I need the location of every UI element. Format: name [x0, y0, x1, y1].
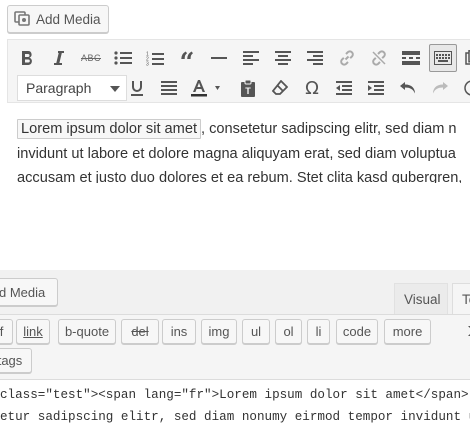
quicktag-li-button[interactable]: li: [307, 319, 330, 344]
code-line-2: etur sadipscing elitr, sed diam nonumy e…: [0, 410, 470, 424]
media-icon: [14, 10, 30, 29]
clear-formatting-icon[interactable]: [266, 74, 294, 102]
blockquote-icon[interactable]: “: [173, 44, 201, 76]
numbered-list-icon[interactable]: 123: [141, 44, 169, 72]
quicktag-bquote-button[interactable]: b-quote: [58, 319, 116, 344]
bullet-list-icon[interactable]: [109, 44, 137, 72]
undo-icon[interactable]: [394, 74, 422, 102]
content-line-2: invidunt ut labore et dolore magna aliqu…: [17, 146, 456, 162]
quicktag-label: del: [131, 324, 149, 339]
add-media-button-bottom[interactable]: d Media: [0, 278, 58, 306]
chevron-down-icon: [110, 86, 120, 92]
quicktag-label: li: [315, 324, 322, 339]
format-select-value: Paragraph: [26, 80, 92, 96]
insert-link-icon[interactable]: [333, 44, 361, 72]
bold-icon[interactable]: [13, 44, 41, 72]
quicktag-ul-button[interactable]: ul: [242, 319, 270, 344]
quicktag-del-button[interactable]: del: [121, 319, 159, 344]
align-left-icon[interactable]: [237, 44, 265, 72]
quicktag-label: ul: [250, 324, 262, 339]
quicktag-label: tags: [0, 353, 23, 368]
tab-visual-label: Visual: [404, 291, 441, 307]
quicktag-label: more: [392, 324, 423, 339]
underline-icon[interactable]: [123, 74, 151, 102]
content-line-1: Lorem ipsum dolor sit amet, consetetur s…: [17, 117, 457, 141]
align-right-icon[interactable]: [301, 44, 329, 72]
quicktag-close-tags-button[interactable]: tags: [0, 348, 32, 373]
quicktag-img-button[interactable]: img: [201, 319, 237, 344]
quicktag-button[interactable]: f: [0, 319, 13, 344]
text-editor-content[interactable]: class="test"><span lang="fr">Lorem ipsum…: [0, 384, 470, 434]
quicktag-more-button[interactable]: more: [384, 319, 431, 344]
distraction-free-icon[interactable]: [459, 44, 470, 72]
quicktag-label: ins: [170, 324, 188, 339]
justify-icon[interactable]: [155, 74, 183, 102]
align-center-icon[interactable]: [269, 44, 297, 72]
quicktag-ol-button[interactable]: ol: [275, 319, 302, 344]
read-more-icon[interactable]: [397, 44, 425, 72]
quicktag-label: ol: [283, 324, 294, 339]
svg-text:T: T: [245, 86, 251, 96]
quicktag-label: code: [342, 324, 372, 339]
svg-text:3: 3: [146, 61, 149, 66]
visual-editor-toolbar: ABC 123 “ Paragraph T Ω: [7, 39, 470, 103]
quicktags-toolbar: f link b-quote del ins img ul ol li code…: [0, 314, 470, 380]
quicktag-code-button[interactable]: code: [336, 319, 378, 344]
paste-as-text-icon[interactable]: T: [234, 74, 262, 102]
visual-editor-content[interactable]: Lorem ipsum dolor sit amet, consetetur s…: [7, 103, 470, 183]
format-select[interactable]: Paragraph: [17, 75, 127, 101]
italic-icon[interactable]: [45, 44, 73, 72]
quicktag-ins-button[interactable]: ins: [162, 319, 196, 344]
indent-icon[interactable]: [362, 74, 390, 102]
add-media-button[interactable]: Add Media: [7, 5, 109, 33]
tab-text-label: Te: [462, 291, 470, 307]
special-character-icon[interactable]: Ω: [298, 74, 326, 102]
content-line-1-rest: , consetetur sadipscing elitr, sed diam …: [201, 121, 457, 137]
redo-icon[interactable]: [426, 74, 454, 102]
add-media-label: Add Media: [36, 11, 101, 27]
toolbar-toggle-icon[interactable]: [429, 44, 457, 72]
help-icon[interactable]: [458, 74, 470, 102]
code-line-1: class="test"><span lang="fr">Lorem ipsum…: [0, 388, 470, 402]
fullscreen-icon[interactable]: [462, 324, 470, 338]
tab-text[interactable]: Te: [452, 283, 470, 314]
outdent-icon[interactable]: [330, 74, 358, 102]
selected-span[interactable]: Lorem ipsum dolor sit amet: [17, 119, 202, 139]
remove-link-icon[interactable]: [365, 44, 393, 72]
quicktag-label: link: [23, 324, 43, 339]
content-line-3: accusam et justo duo dolores et ea rebum…: [17, 170, 463, 183]
horizontal-line-icon[interactable]: [205, 44, 233, 72]
add-media-bottom-label: d Media: [0, 284, 46, 300]
text-color-icon[interactable]: [188, 74, 228, 102]
quicktag-label: f: [0, 324, 4, 339]
quicktag-label: b-quote: [64, 324, 110, 339]
quicktag-label: img: [208, 324, 230, 339]
quicktag-link-button[interactable]: link: [16, 319, 50, 344]
strikethrough-icon[interactable]: ABC: [77, 44, 105, 72]
tab-visual[interactable]: Visual: [394, 283, 448, 314]
